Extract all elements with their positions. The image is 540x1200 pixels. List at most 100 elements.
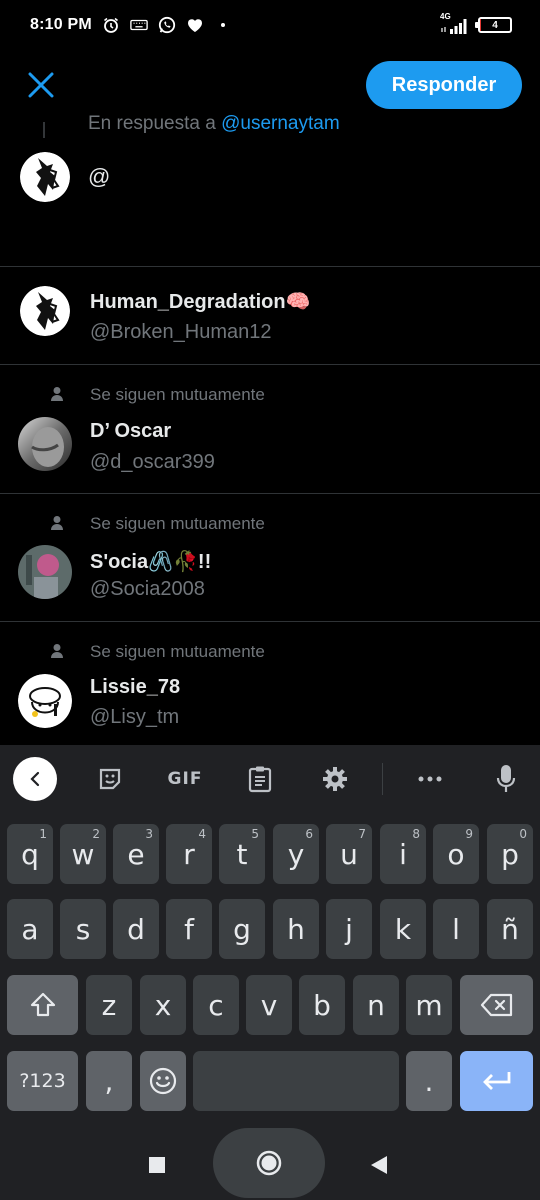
key-i[interactable]: 8i: [380, 824, 426, 884]
status-bar: 8:10 PM 4G 4: [0, 0, 540, 50]
mention-suggestion[interactable]: Se siguen mutuamente S'ocia🖇️🥀!! @Socia2…: [0, 494, 540, 622]
key-y[interactable]: 6y: [273, 824, 319, 884]
reply-context: En respuesta a @usernaytam: [88, 113, 340, 135]
key-label: q: [21, 837, 39, 871]
close-button[interactable]: [26, 70, 56, 100]
key-hint: 2: [92, 827, 100, 841]
key-j[interactable]: j: [326, 899, 372, 959]
mic-icon: [496, 765, 516, 792]
key-f[interactable]: f: [166, 899, 212, 959]
symbols-key[interactable]: ?123: [7, 1051, 78, 1111]
key-v[interactable]: v: [246, 975, 292, 1035]
shift-icon: [30, 992, 55, 1017]
key-label: u: [340, 837, 358, 871]
suggestion-handle: @d_oscar399: [90, 451, 215, 473]
key-label: t: [236, 837, 248, 871]
more-icon: [418, 776, 442, 782]
home-button[interactable]: [213, 1128, 325, 1198]
battery-percent: 4: [492, 19, 498, 31]
key-u[interactable]: 7u: [326, 824, 372, 884]
key-label: y: [287, 837, 305, 871]
backspace-key[interactable]: [460, 975, 533, 1035]
sticker-icon: [99, 768, 121, 790]
backspace-icon: [480, 993, 512, 1017]
key-w[interactable]: 2w: [60, 824, 106, 884]
mention-suggestion[interactable]: Se siguen mutuamente Lissie_78 @Lisy_tm: [0, 622, 540, 745]
key-t[interactable]: 5t: [219, 824, 265, 884]
emoji-key[interactable]: [140, 1051, 186, 1111]
status-notification-icons: [102, 16, 232, 34]
alarm-icon: [102, 16, 120, 34]
key-h[interactable]: h: [273, 899, 319, 959]
compose-input[interactable]: @: [88, 164, 110, 190]
more-button[interactable]: [408, 755, 452, 803]
key-hint: 4: [198, 827, 206, 841]
compose-area[interactable]: @: [0, 148, 540, 266]
emoji-icon: [149, 1067, 177, 1095]
enter-icon: [482, 1072, 510, 1090]
key-e[interactable]: 3e: [113, 824, 159, 884]
mic-button[interactable]: [484, 755, 528, 803]
suggestion-name: D’ Oscar: [90, 420, 172, 442]
key-g[interactable]: g: [219, 899, 265, 959]
comma-key[interactable]: ,: [86, 1051, 132, 1111]
key-label: i: [399, 837, 407, 871]
reply-button[interactable]: Responder: [366, 61, 522, 109]
gif-button[interactable]: GIF: [160, 755, 210, 803]
suggestion-avatar: [18, 674, 72, 728]
mutual-follow-label: Se siguen mutuamente: [90, 385, 265, 404]
keyboard-settings-button[interactable]: [313, 755, 357, 803]
key-q[interactable]: 1q: [7, 824, 53, 884]
key-c[interactable]: c: [193, 975, 239, 1035]
mention-suggestion[interactable]: Human_Degradation🧠 @Broken_Human12: [0, 267, 540, 364]
mention-suggestion[interactable]: Se siguen mutuamente D’ Oscar @d_oscar39…: [0, 365, 540, 493]
signal-icon: 4G: [440, 12, 470, 34]
key-x[interactable]: x: [140, 975, 186, 1035]
suggestion-name: S'ocia🖇️🥀!!: [90, 551, 212, 573]
mutual-follow-label: Se siguen mutuamente: [90, 642, 265, 661]
key-hint: 6: [305, 827, 313, 841]
key-z[interactable]: z: [86, 975, 132, 1035]
key-n[interactable]: n: [353, 975, 399, 1035]
key-l[interactable]: l: [433, 899, 479, 959]
mutual-follow-label: Se siguen mutuamente: [90, 514, 265, 533]
keyboard-toolbar: GIF: [0, 745, 540, 813]
suggestion-avatar: [18, 545, 72, 599]
suggestion-avatar: [20, 286, 70, 336]
key-label: p: [501, 837, 519, 871]
key-hint: 1: [39, 827, 47, 841]
toolbar-separator: [382, 763, 383, 795]
key-hint: 3: [145, 827, 153, 841]
key-a[interactable]: a: [7, 899, 53, 959]
space-key[interactable]: [193, 1051, 399, 1111]
key-b[interactable]: b: [299, 975, 345, 1035]
key-p[interactable]: 0p: [487, 824, 533, 884]
key-label: r: [183, 837, 195, 871]
key-m[interactable]: m: [406, 975, 452, 1035]
period-key[interactable]: .: [406, 1051, 452, 1111]
keyboard-icon: [130, 16, 148, 34]
suggestion-name: Lissie_78: [90, 676, 181, 698]
back-button[interactable]: [369, 1154, 389, 1176]
key-o[interactable]: 9o: [433, 824, 479, 884]
key-label: w: [71, 837, 95, 871]
home-icon: [256, 1150, 282, 1176]
keyboard-back-button[interactable]: [12, 755, 58, 803]
whatsapp-icon: [158, 16, 176, 34]
sticker-button[interactable]: [88, 755, 132, 803]
square-icon: [149, 1157, 165, 1173]
clipboard-button[interactable]: [238, 755, 282, 803]
key-hint: 5: [251, 827, 259, 841]
key-k[interactable]: k: [380, 899, 426, 959]
key-d[interactable]: d: [113, 899, 159, 959]
shift-key[interactable]: [7, 975, 78, 1035]
key-r[interactable]: 4r: [166, 824, 212, 884]
person-icon: [51, 387, 63, 401]
gif-icon: GIF: [167, 769, 203, 789]
key-n-tilde[interactable]: ñ: [487, 899, 533, 959]
enter-key[interactable]: [460, 1051, 533, 1111]
status-time: 8:10 PM: [30, 16, 92, 33]
recents-button[interactable]: [148, 1156, 166, 1174]
key-s[interactable]: s: [60, 899, 106, 959]
reply-context-handle[interactable]: @usernaytam: [221, 113, 340, 134]
